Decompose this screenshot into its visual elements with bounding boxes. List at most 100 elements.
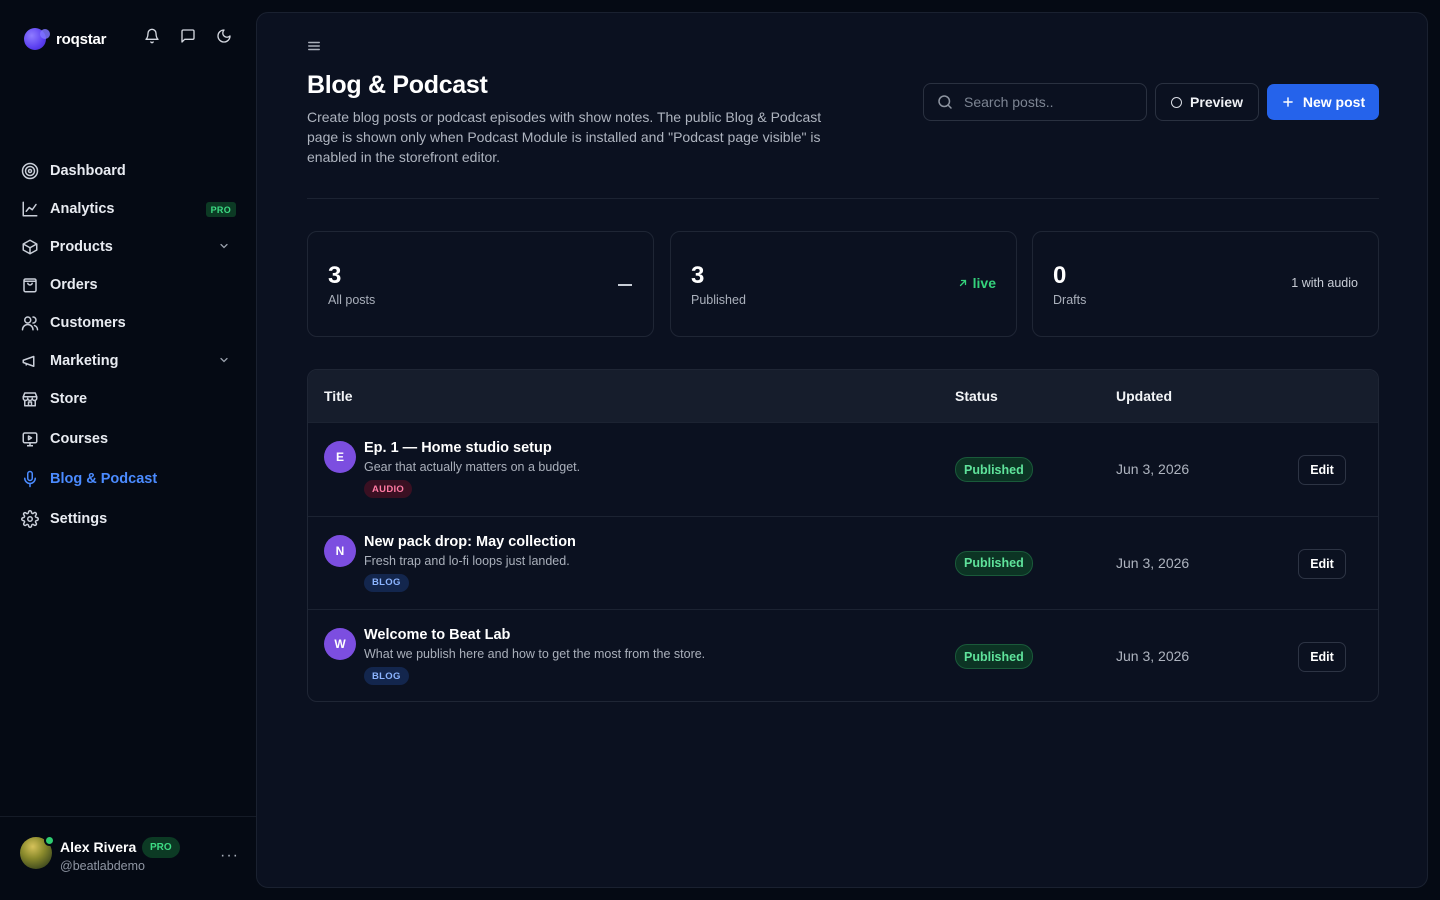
sidebar-item-label: Marketing: [50, 353, 119, 369]
column-header-status[interactable]: Status: [955, 388, 998, 404]
preview-button[interactable]: Preview: [1155, 83, 1259, 121]
sidebar-item-label: Store: [50, 391, 88, 407]
post-title[interactable]: Ep. 1 — Home studio setup: [364, 440, 552, 456]
table-row[interactable]: E Ep. 1 — Home studio setup Gear that ac…: [308, 422, 1378, 516]
status-badge: Published: [955, 550, 1033, 576]
post-type-tag: BLOG: [364, 667, 409, 685]
target-icon: [20, 161, 40, 181]
stat-aside: 1 with audio: [1291, 276, 1358, 290]
sidebar-item-courses[interactable]: Courses: [12, 420, 244, 458]
user-handle: @beatlabdemo: [60, 859, 145, 873]
post-title[interactable]: Welcome to Beat Lab: [364, 627, 510, 643]
search-input[interactable]: [964, 94, 1134, 110]
post-avatar: E: [324, 441, 356, 473]
sidebar-item-label: Blog & Podcast: [50, 471, 158, 487]
post-updated-date: Jun 3, 2026: [1116, 461, 1190, 477]
table-header: Title Status Updated: [308, 370, 1378, 422]
sidebar-nav: Dashboard Analytics PRO Products Orders: [12, 152, 244, 538]
sidebar-item-marketing[interactable]: Marketing: [12, 342, 244, 380]
sidebar-item-label: Customers: [50, 315, 126, 331]
pro-badge: PRO: [205, 202, 236, 217]
users-icon: [20, 313, 40, 333]
box-icon: [20, 237, 40, 257]
arrow-up-right-icon: [957, 277, 969, 289]
posts-table: Title Status Updated E Ep. 1 — Home stud…: [307, 369, 1379, 702]
column-header-updated[interactable]: Updated: [1116, 388, 1172, 404]
brand-name: roqstar: [56, 30, 107, 48]
moon-icon[interactable]: [216, 28, 232, 44]
sidebar-item-settings[interactable]: Settings: [12, 500, 244, 538]
sidebar-item-label: Settings: [50, 511, 108, 527]
bell-icon[interactable]: [144, 28, 160, 44]
new-post-button-label: New post: [1302, 94, 1366, 110]
sidebar-item-analytics[interactable]: Analytics PRO: [12, 190, 244, 228]
sidebar: roqstar Dashboard Analytics PRO Products…: [0, 0, 256, 900]
chart-line-icon: [20, 199, 40, 219]
sidebar-item-label: Dashboard: [50, 163, 126, 179]
sidebar-item-dashboard[interactable]: Dashboard: [12, 152, 244, 190]
status-badge: Published: [955, 457, 1033, 482]
page-title: Blog & Podcast: [307, 71, 488, 99]
stat-label: Drafts: [1053, 293, 1087, 307]
microphone-icon: [20, 469, 40, 489]
edit-button[interactable]: Edit: [1298, 642, 1346, 672]
status-badge: Published: [955, 644, 1033, 669]
post-subtitle: Gear that actually matters on a budget.: [364, 460, 581, 474]
megaphone-icon: [20, 351, 40, 371]
post-avatar: N: [324, 534, 356, 567]
sidebar-item-customers[interactable]: Customers: [12, 304, 244, 342]
post-updated-date: Jun 3, 2026: [1116, 648, 1190, 664]
sidebar-item-label: Analytics: [50, 201, 115, 217]
table-row[interactable]: W Welcome to Beat Lab What we publish he…: [308, 609, 1378, 701]
stat-label: All posts: [328, 293, 376, 307]
column-header-title[interactable]: Title: [324, 388, 353, 404]
more-options-icon[interactable]: ···: [220, 847, 239, 865]
message-icon[interactable]: [180, 28, 196, 44]
presentation-icon: [20, 429, 40, 449]
stat-trend: live: [957, 275, 996, 291]
page-description: Create blog posts or podcast episodes wi…: [307, 109, 822, 165]
hamburger-menu-icon[interactable]: [307, 39, 321, 53]
post-subtitle: Fresh trap and lo-fi loops just landed.: [364, 553, 570, 568]
user-profile[interactable]: Alex Rivera PRO @beatlabdemo ···: [0, 816, 256, 900]
main-panel: Blog & Podcast Create blog posts or podc…: [256, 12, 1428, 888]
search-box[interactable]: [923, 83, 1147, 121]
pro-badge: PRO: [142, 837, 180, 858]
new-post-button[interactable]: New post: [1267, 84, 1379, 120]
stat-trend-label: live: [972, 275, 996, 291]
stat-card-all-posts: 3 All posts: [307, 231, 654, 337]
sidebar-item-label: Courses: [50, 431, 109, 447]
stat-card-published: 3 Published live: [670, 231, 1017, 337]
storefront-icon: [20, 389, 40, 409]
dash-icon: [618, 284, 632, 286]
sidebar-top-actions: [144, 28, 232, 44]
sidebar-item-label: Products: [50, 239, 113, 255]
shopping-bag-icon: [20, 275, 40, 295]
preview-button-label: Preview: [1190, 94, 1243, 110]
stat-label: Published: [691, 293, 746, 307]
header-divider: [307, 198, 1379, 199]
plus-icon: [1281, 95, 1295, 109]
circle-icon: [1171, 96, 1183, 108]
gear-icon: [20, 509, 40, 529]
brand[interactable]: roqstar: [24, 28, 244, 50]
stat-value: 3: [691, 262, 705, 289]
logo-icon: [24, 28, 50, 50]
post-type-tag: BLOG: [364, 573, 409, 592]
sidebar-item-label: Orders: [50, 277, 98, 293]
sidebar-item-blog-podcast[interactable]: Blog & Podcast: [12, 460, 244, 498]
sidebar-item-orders[interactable]: Orders: [12, 266, 244, 304]
stat-card-drafts: 0 Drafts 1 with audio: [1032, 231, 1379, 337]
sidebar-item-products[interactable]: Products: [12, 228, 244, 266]
table-row[interactable]: N New pack drop: May collection Fresh tr…: [308, 515, 1378, 610]
edit-button[interactable]: Edit: [1298, 455, 1346, 485]
stat-value: 0: [1053, 262, 1067, 289]
post-updated-date: Jun 3, 2026: [1116, 554, 1190, 571]
chevron-down-icon[interactable]: [218, 240, 230, 252]
sidebar-item-store[interactable]: Store: [12, 380, 244, 418]
user-name: Alex Rivera: [60, 839, 137, 855]
edit-button[interactable]: Edit: [1298, 548, 1346, 579]
chevron-down-icon[interactable]: [218, 354, 230, 366]
search-icon: [936, 93, 954, 111]
post-title[interactable]: New pack drop: May collection: [364, 534, 576, 550]
